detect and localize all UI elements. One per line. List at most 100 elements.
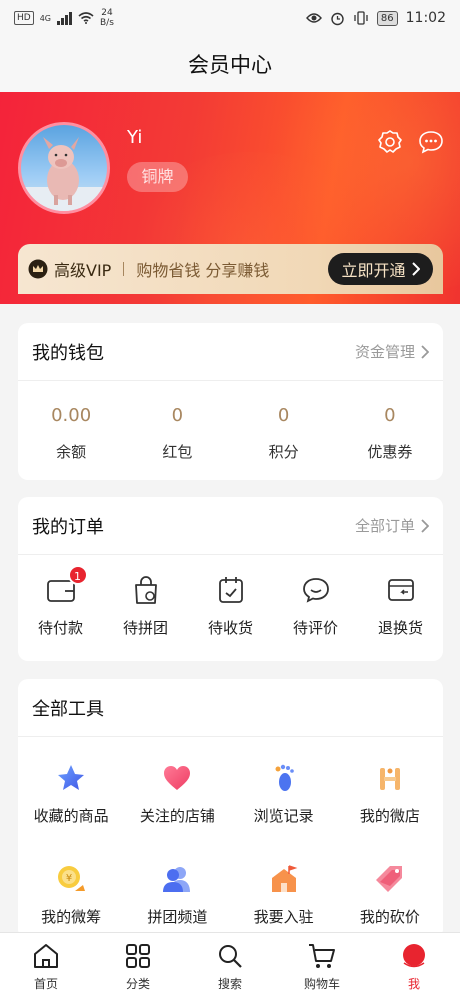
wallet-coupons[interactable]: 0 优惠券 — [337, 405, 443, 462]
chevron-right-icon — [421, 344, 429, 359]
nav-label: 搜索 — [217, 977, 242, 991]
order-pending-payment[interactable]: 1 待付款 — [18, 565, 103, 638]
cart-icon — [309, 944, 335, 968]
page-header: 会员中心 — [0, 36, 460, 92]
profile-banner: Yi 铜牌 高级VIP 购物省钱 分享赚钱 立即开通 — [0, 92, 460, 304]
order-pending-receipt[interactable]: 待收货 — [188, 573, 273, 638]
fund-management-link[interactable]: 资金管理 — [355, 341, 429, 362]
nav-cart[interactable]: 购物车 — [276, 933, 368, 996]
chat-bubble-icon — [419, 131, 443, 154]
wallet-red-packet[interactable]: 0 红包 — [124, 405, 230, 462]
svg-text:¥: ¥ — [66, 873, 72, 884]
gear-icon — [378, 130, 402, 153]
order-label: 待拼团 — [122, 619, 168, 637]
vip-divider — [123, 262, 125, 276]
hd-indicator: HD — [14, 11, 34, 25]
avatar[interactable] — [18, 122, 110, 214]
wallet-value: 0 — [171, 405, 184, 426]
return-icon — [387, 579, 414, 601]
tool-merchant-join[interactable]: 我要入驻 — [231, 862, 337, 927]
pig-avatar-image — [21, 137, 107, 211]
home-icon — [34, 944, 58, 968]
order-label: 退换货 — [377, 619, 423, 637]
network-type: 4G — [39, 13, 51, 23]
order-pending-review[interactable]: 待评价 — [273, 573, 358, 638]
wallet-value: 0 — [384, 405, 396, 426]
vip-slogan: 购物省钱 分享赚钱 — [136, 261, 270, 280]
users-icon — [163, 867, 191, 892]
page-title: 会员中心 — [188, 53, 272, 77]
order-pending-group[interactable]: 待拼团 — [103, 573, 188, 638]
vip-activate-button[interactable]: 立即开通 — [328, 253, 433, 285]
nav-profile[interactable]: 我 — [368, 933, 460, 996]
message-button[interactable] — [417, 128, 445, 156]
vip-title: 高级VIP — [54, 261, 112, 280]
member-level-badge: 铜牌 — [127, 162, 188, 192]
network-speed: 24 B/s — [100, 8, 114, 28]
coin-icon: ¥ — [58, 866, 86, 891]
wallet-points[interactable]: 0 积分 — [231, 405, 337, 462]
category-icon — [126, 944, 150, 968]
fund-management-label: 资金管理 — [354, 343, 415, 361]
wifi-icon — [78, 12, 94, 24]
wallet-label: 积分 — [268, 443, 299, 461]
wallet-row: 0.00 余额 0 红包 0 积分 0 优惠券 — [18, 381, 443, 462]
receive-box-icon — [218, 577, 243, 603]
tool-group-channel[interactable]: 拼团频道 — [124, 862, 230, 927]
wallet-label: 余额 — [56, 443, 87, 461]
wallet-balance[interactable]: 0.00 余额 — [18, 405, 124, 462]
eye-icon — [305, 13, 322, 23]
tools-title: 全部工具 — [32, 698, 104, 720]
orders-card: 我的订单 全部订单 1 待付款 待拼团 待收货 待评价 退换货 — [18, 497, 443, 661]
orders-card-header: 我的订单 全部订单 — [18, 497, 443, 555]
bottom-nav: 首页 分类 搜索 购物车 我 — [0, 932, 460, 996]
all-orders-link[interactable]: 全部订单 — [355, 515, 429, 536]
order-label: 待评价 — [292, 619, 338, 637]
crown-icon — [28, 259, 48, 279]
order-label: 待收货 — [207, 619, 253, 637]
tool-browse-history[interactable]: 浏览记录 — [231, 761, 337, 826]
comment-icon — [302, 578, 329, 603]
search-icon — [219, 945, 242, 968]
alarm-icon — [331, 12, 344, 25]
order-count-badge: 1 — [67, 565, 88, 585]
house-flag-icon — [271, 865, 297, 892]
tool-my-microshop[interactable]: 我的微店 — [337, 761, 443, 826]
tool-favorite-products[interactable]: 收藏的商品 — [18, 761, 124, 826]
clock: 11:02 — [405, 10, 446, 26]
tool-label: 收藏的商品 — [33, 807, 109, 825]
chevron-right-icon — [421, 518, 429, 533]
wallet-title: 我的钱包 — [32, 342, 104, 364]
tool-my-crowdfunding[interactable]: ¥ 我的微筹 — [18, 862, 124, 927]
profile-dot-icon — [403, 944, 425, 968]
nav-category[interactable]: 分类 — [92, 933, 184, 996]
chevron-right-icon — [411, 262, 420, 276]
wallet-value: 0.00 — [51, 405, 92, 426]
footprint-icon — [275, 764, 294, 791]
order-return-exchange[interactable]: 退换货 — [358, 573, 443, 638]
nav-search[interactable]: 搜索 — [184, 933, 276, 996]
wallet-card-header: 我的钱包 资金管理 — [18, 323, 443, 381]
wallet-label: 优惠券 — [367, 443, 413, 461]
tool-my-bargain[interactable]: 我的砍价 — [337, 862, 443, 927]
vip-promo-bar[interactable]: 高级VIP 购物省钱 分享赚钱 立即开通 — [18, 244, 443, 294]
battery-icon: 86 — [376, 10, 398, 26]
nav-label: 我 — [407, 977, 420, 991]
tool-label: 浏览记录 — [253, 807, 314, 825]
nav-label: 分类 — [125, 977, 150, 991]
tool-label: 我的砍价 — [359, 908, 420, 926]
settings-button[interactable] — [376, 128, 404, 156]
tools-row: 收藏的商品 关注的店铺 浏览记录 我的微店 — [18, 737, 443, 826]
signal-icon — [57, 11, 72, 25]
wallet-label: 红包 — [162, 443, 193, 461]
group-bag-icon — [134, 576, 157, 604]
nav-label: 购物车 — [303, 977, 340, 991]
wallet-value: 0 — [277, 405, 290, 426]
star-icon — [58, 765, 85, 790]
tool-followed-shops[interactable]: 关注的店铺 — [124, 761, 230, 826]
tool-label: 拼团频道 — [147, 908, 208, 926]
order-label: 待付款 — [37, 619, 83, 637]
nav-label: 首页 — [33, 977, 58, 991]
nav-home[interactable]: 首页 — [0, 933, 92, 996]
tag-icon — [375, 866, 402, 892]
